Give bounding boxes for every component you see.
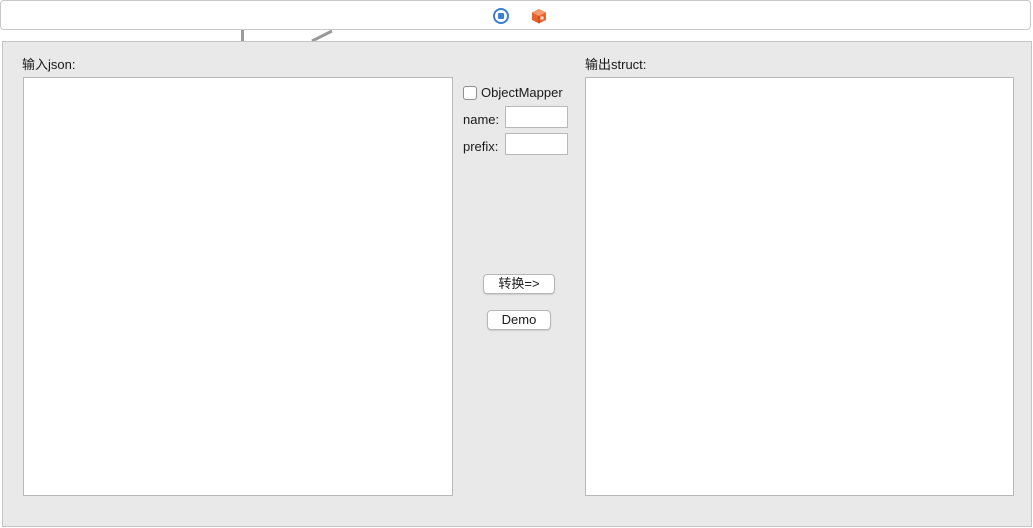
converter-panel: 输入json: ObjectMapper name: prefix: 转换=> …: [2, 41, 1032, 527]
stop-icon[interactable]: [493, 8, 509, 24]
demo-button[interactable]: Demo: [487, 310, 551, 330]
objectmapper-label: ObjectMapper: [481, 85, 563, 100]
prefix-label: prefix:: [463, 139, 499, 154]
convert-button[interactable]: 转换=>: [483, 274, 555, 294]
prefix-input[interactable]: [505, 133, 568, 155]
window-divider: [241, 30, 244, 41]
objectmapper-checkbox[interactable]: [463, 86, 477, 100]
output-struct-label: 输出struct:: [585, 57, 647, 72]
name-input[interactable]: [505, 106, 568, 128]
top-toolbar: [0, 0, 1031, 30]
json-input-textarea[interactable]: [23, 77, 453, 496]
name-label: name:: [463, 112, 500, 127]
input-json-label: 输入json:: [22, 57, 76, 72]
struct-output-textarea[interactable]: [585, 77, 1014, 496]
package-icon[interactable]: [531, 8, 547, 24]
